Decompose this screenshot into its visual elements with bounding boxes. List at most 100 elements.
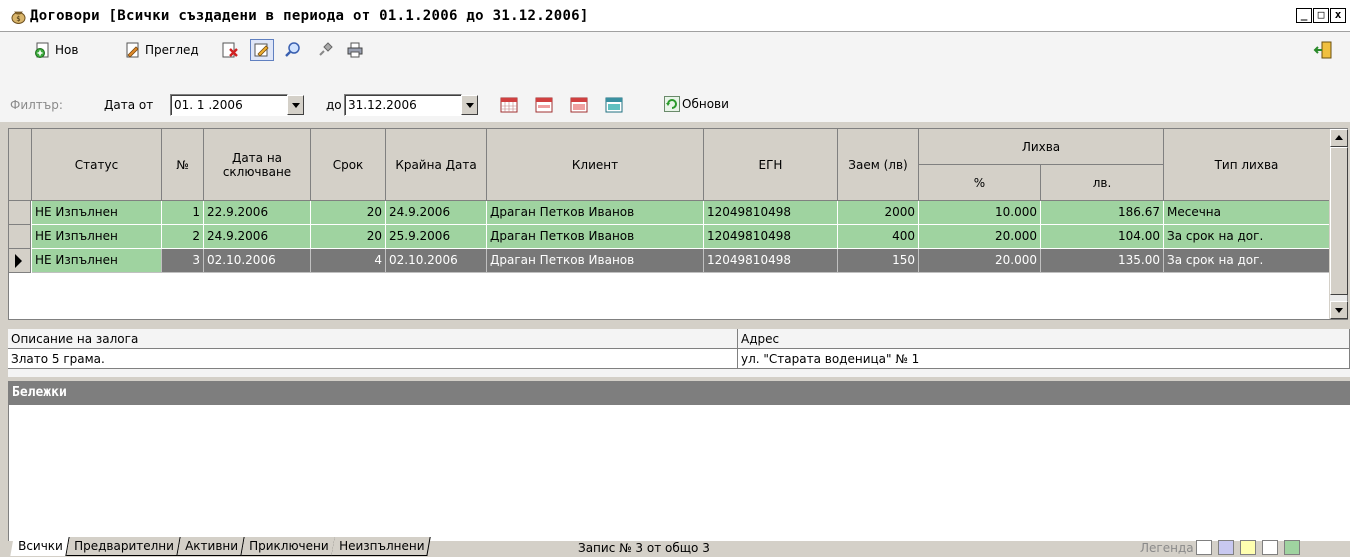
exit-button[interactable] bbox=[1313, 39, 1333, 61]
cell-interest-type: Месечна bbox=[1164, 201, 1330, 225]
scroll-up-button[interactable] bbox=[1330, 129, 1348, 147]
scroll-thumb[interactable] bbox=[1330, 147, 1348, 295]
calendar-day-icon[interactable] bbox=[500, 96, 518, 114]
legend-swatch-white bbox=[1196, 540, 1212, 555]
date-from-dropdown[interactable] bbox=[287, 95, 304, 115]
address-value[interactable]: ул. "Старата воденица" № 1 bbox=[738, 349, 1350, 369]
header-interest[interactable]: Лихва bbox=[919, 129, 1164, 165]
tab-unfulfilled[interactable]: Неизпълнени bbox=[331, 537, 432, 556]
legend-swatch-yellow bbox=[1240, 540, 1256, 555]
new-button[interactable]: Нов bbox=[34, 39, 78, 61]
cell-date: 02.10.2006 bbox=[204, 249, 311, 273]
contracts-grid[interactable]: Статус № Дата на сключване Срок Крайна Д… bbox=[8, 128, 1348, 320]
date-from-label: Дата от bbox=[104, 98, 154, 112]
address-label: Адрес bbox=[738, 329, 1350, 349]
calendar-month-icon[interactable] bbox=[570, 96, 588, 114]
date-to-dropdown[interactable] bbox=[461, 95, 478, 115]
cell-interest-percent: 10.000 bbox=[919, 201, 1041, 225]
legend-swatch-white-2 bbox=[1262, 540, 1278, 555]
cell-interest-amount: 104.00 bbox=[1041, 225, 1164, 249]
row-indicator[interactable] bbox=[9, 225, 31, 249]
minimize-button[interactable]: _ bbox=[1296, 8, 1312, 23]
notes-textarea[interactable] bbox=[8, 405, 1350, 543]
pin-button[interactable] bbox=[316, 39, 334, 61]
cell-status: НЕ Изпълнен bbox=[32, 225, 162, 249]
cell-loan: 400 bbox=[838, 225, 919, 249]
row-indicator[interactable] bbox=[9, 201, 31, 225]
tab-all[interactable]: Всички bbox=[10, 537, 70, 556]
table-row-selected[interactable]: НЕ Изпълнен 3 02.10.2006 4 02.10.2006 Др… bbox=[9, 249, 1330, 273]
view-button[interactable]: Преглед bbox=[124, 39, 199, 61]
cell-term: 20 bbox=[311, 201, 386, 225]
calendar-week-icon[interactable] bbox=[535, 96, 553, 114]
table-row[interactable]: НЕ Изпълнен 1 22.9.2006 20 24.9.2006 Дра… bbox=[9, 201, 1330, 225]
cell-number: 2 bbox=[162, 225, 204, 249]
scroll-down-button[interactable] bbox=[1330, 301, 1348, 319]
cell-end-date: 24.9.2006 bbox=[386, 201, 487, 225]
cell-number: 1 bbox=[162, 201, 204, 225]
status-bar: Всички Предварителни Активни Приключени … bbox=[0, 537, 1350, 557]
close-button[interactable]: x bbox=[1330, 8, 1346, 23]
header-client[interactable]: Клиент bbox=[487, 129, 704, 201]
record-counter: Запис № 3 от общо 3 bbox=[578, 541, 710, 555]
legend-swatch-blue bbox=[1218, 540, 1234, 555]
header-number[interactable]: № bbox=[162, 129, 204, 201]
header-interest-percent[interactable]: % bbox=[919, 165, 1041, 201]
cell-client: Драган Петков Иванов bbox=[487, 249, 704, 273]
date-to-input[interactable]: 31.12.2006 bbox=[344, 94, 462, 116]
view-button-label: Преглед bbox=[145, 43, 199, 57]
tab-active[interactable]: Активни bbox=[176, 537, 245, 556]
filter-bar: Филтър: Дата от 01. 1 .2006 до 31.12.200… bbox=[0, 90, 1350, 122]
notes-header: Бележки bbox=[8, 381, 1350, 405]
header-interest-amount[interactable]: лв. bbox=[1041, 165, 1164, 201]
legend-swatch-green bbox=[1284, 540, 1300, 555]
table-row[interactable]: НЕ Изпълнен 2 24.9.2006 20 25.9.2006 Дра… bbox=[9, 225, 1330, 249]
edit-button[interactable] bbox=[250, 39, 274, 61]
delete-document-icon bbox=[222, 42, 238, 58]
cell-egn: 12049810498 bbox=[704, 201, 838, 225]
grid-vertical-scrollbar[interactable] bbox=[1329, 129, 1348, 319]
header-status[interactable]: Статус bbox=[32, 129, 162, 201]
header-indicator bbox=[9, 129, 32, 201]
print-button[interactable] bbox=[346, 39, 364, 61]
refresh-button[interactable]: Обнови bbox=[664, 96, 729, 112]
cell-status: НЕ Изпълнен bbox=[32, 249, 162, 273]
window-controls: _ □ x bbox=[1296, 8, 1346, 23]
cell-number: 3 bbox=[162, 249, 204, 273]
new-document-icon bbox=[35, 42, 49, 58]
row-indicator-current[interactable] bbox=[9, 249, 31, 273]
cell-interest-amount: 135.00 bbox=[1041, 249, 1164, 273]
header-date[interactable]: Дата на сключване bbox=[204, 129, 311, 201]
pledge-label: Описание на залога bbox=[8, 329, 738, 349]
delete-button[interactable] bbox=[220, 39, 240, 61]
tab-closed[interactable]: Приключени bbox=[240, 537, 335, 556]
pencil-icon bbox=[254, 43, 269, 57]
cell-term: 20 bbox=[311, 225, 386, 249]
refresh-icon bbox=[664, 96, 680, 112]
grid-header: Статус № Дата на сключване Срок Крайна Д… bbox=[9, 129, 1330, 201]
cell-term: 4 bbox=[311, 249, 386, 273]
header-interest-type[interactable]: Тип лихва bbox=[1164, 129, 1330, 201]
header-end-date[interactable]: Крайна Дата bbox=[386, 129, 487, 201]
maximize-button[interactable]: □ bbox=[1313, 8, 1329, 23]
cell-date: 22.9.2006 bbox=[204, 201, 311, 225]
title-bar: $ Договори [Всички създадени в периода о… bbox=[0, 0, 1350, 32]
date-from-input[interactable]: 01. 1 .2006 bbox=[170, 94, 288, 116]
cell-status: НЕ Изпълнен bbox=[32, 201, 162, 225]
header-loan[interactable]: Заем (лв) bbox=[838, 129, 919, 201]
detail-panel: Описание на залога Адрес Злато 5 грама. … bbox=[8, 329, 1350, 377]
cell-interest-amount: 186.67 bbox=[1041, 201, 1164, 225]
calendar-year-icon[interactable] bbox=[605, 96, 623, 114]
header-term[interactable]: Срок bbox=[311, 129, 386, 201]
cell-end-date: 25.9.2006 bbox=[386, 225, 487, 249]
edit-document-icon bbox=[126, 42, 139, 58]
cell-egn: 12049810498 bbox=[704, 249, 838, 273]
search-button[interactable] bbox=[284, 39, 302, 61]
search-icon bbox=[285, 42, 300, 57]
cell-loan: 150 bbox=[838, 249, 919, 273]
date-to-label: до bbox=[326, 98, 342, 112]
tab-preliminary[interactable]: Предварителни bbox=[66, 537, 181, 556]
cell-interest-type: За срок на дог. bbox=[1164, 225, 1330, 249]
header-egn[interactable]: ЕГН bbox=[704, 129, 838, 201]
pledge-value[interactable]: Злато 5 грама. bbox=[8, 349, 738, 369]
